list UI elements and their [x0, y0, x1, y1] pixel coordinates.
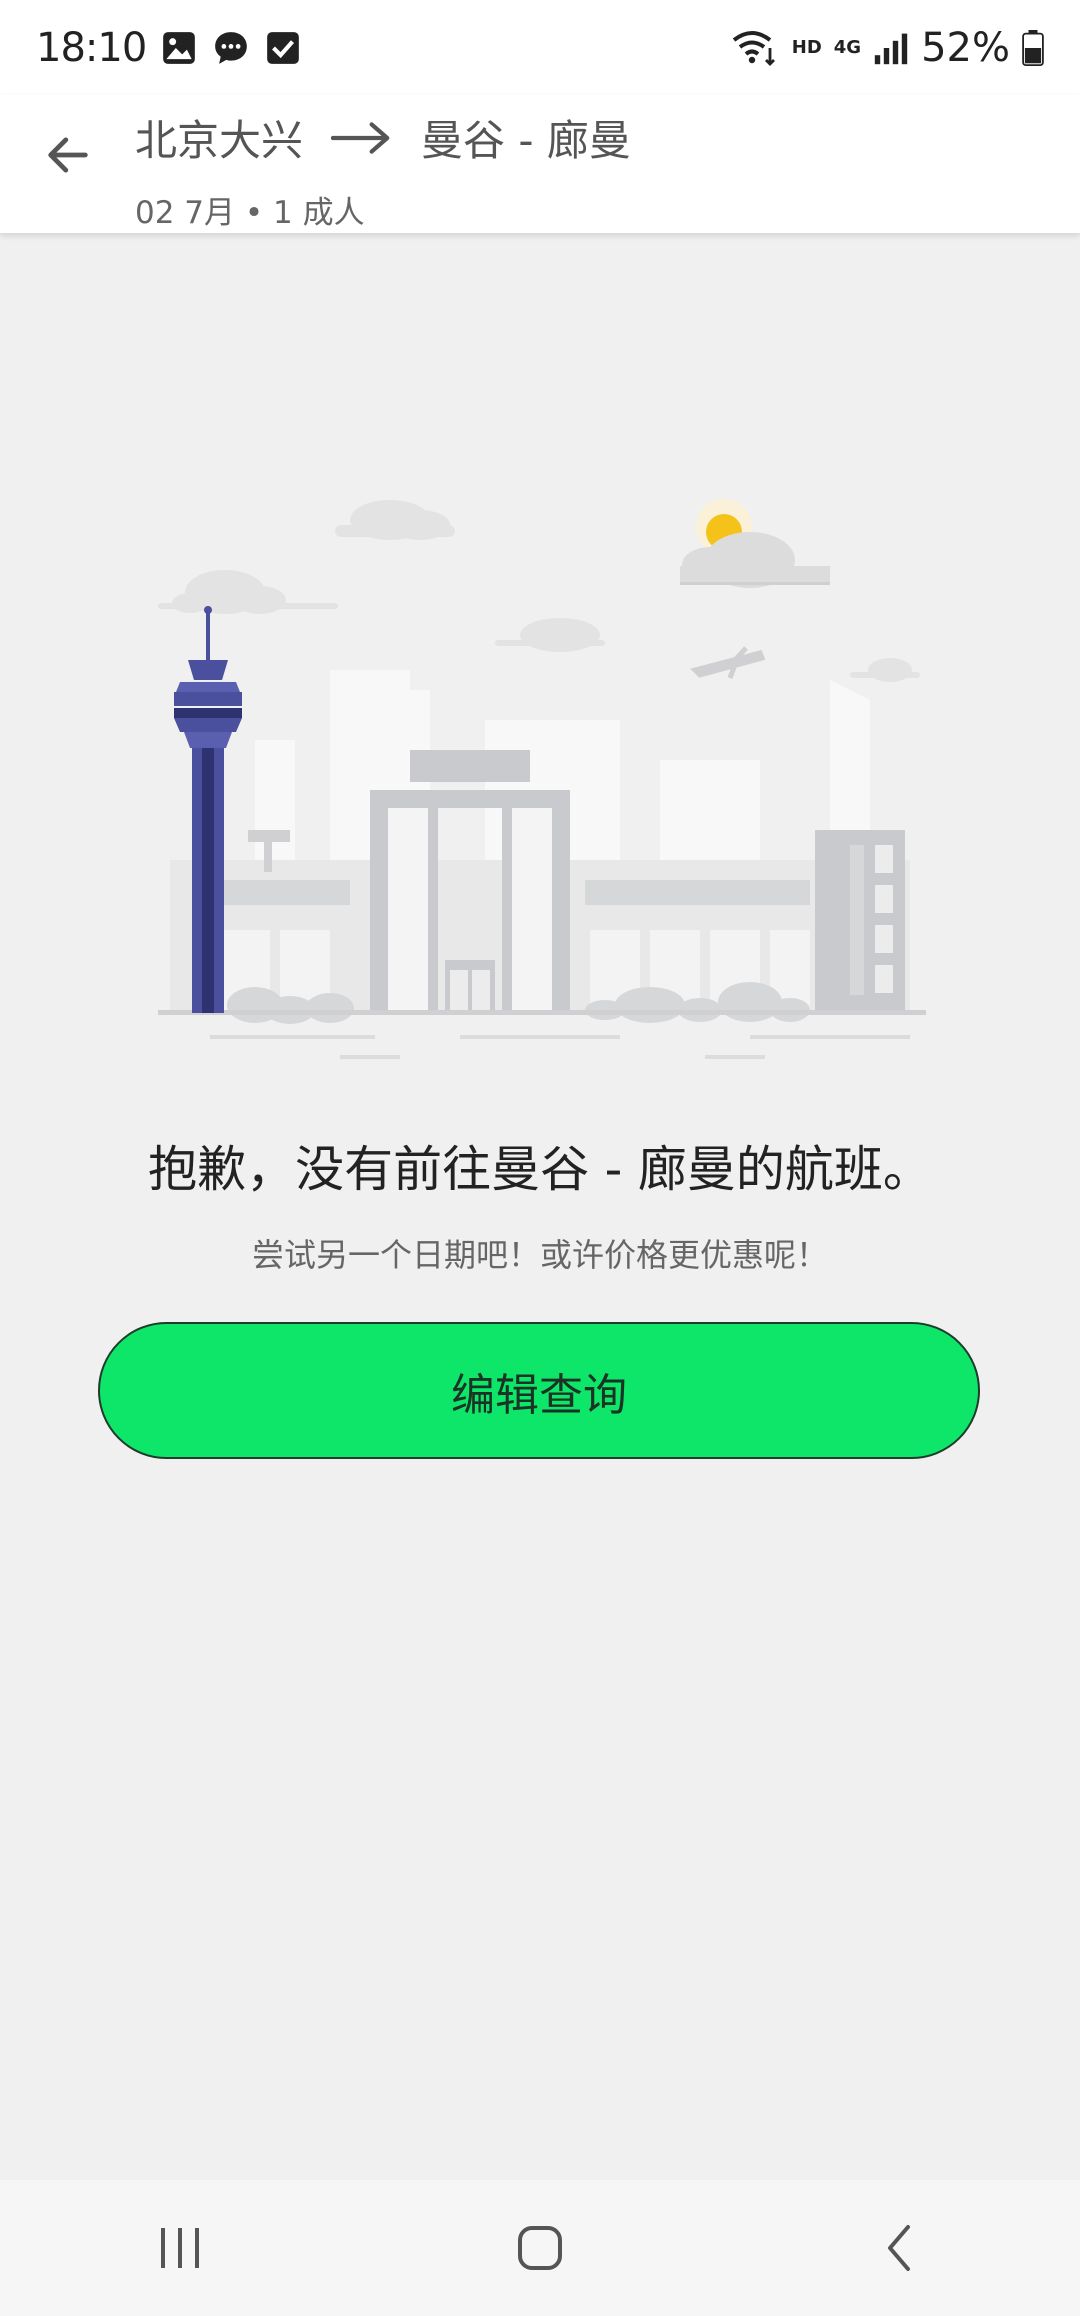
battery-icon	[1022, 29, 1044, 66]
image-icon	[163, 31, 196, 64]
status-right: HD 4G 52%	[732, 25, 1044, 71]
date-passenger-summary: 02 7月 • 1 成人	[135, 195, 365, 231]
back-button[interactable]	[36, 123, 100, 187]
network-label: HD	[791, 37, 822, 58]
status-left: 18:10	[36, 25, 302, 71]
system-nav-bar	[0, 2180, 1080, 2316]
origin-label: 北京大兴	[135, 116, 304, 165]
checkbox-icon	[267, 31, 300, 64]
no-flights-title: 抱歉，没有前往曼谷 - 廊曼的航班。	[148, 1141, 932, 1198]
home-button[interactable]	[490, 2208, 590, 2288]
route-summary[interactable]: 北京大兴 曼谷 - 廊曼	[135, 107, 631, 168]
arrow-left-icon	[48, 137, 88, 173]
no-flights-subtitle: 尝试另一个日期吧！或许价格更优惠呢！	[251, 1236, 828, 1274]
system-back-button[interactable]	[850, 2208, 950, 2288]
battery-percent: 52%	[921, 24, 1010, 71]
airport-illustration	[158, 499, 926, 1059]
edit-search-button[interactable]: 编辑查询	[98, 1322, 980, 1459]
signal-icon	[874, 33, 908, 64]
recent-apps-button[interactable]	[130, 2208, 230, 2288]
cell-label: 4G	[833, 37, 862, 58]
message-icon	[215, 31, 248, 64]
recents-icon	[161, 2228, 199, 2268]
status-bar: 18:10 HD 4G 52%	[0, 0, 1080, 95]
home-icon	[518, 2226, 562, 2270]
wifi-icon	[732, 30, 775, 66]
arrow-right-icon	[331, 121, 390, 154]
destination-label: 曼谷 - 廊曼	[421, 116, 631, 165]
status-time: 18:10	[36, 24, 147, 71]
search-header: 北京大兴 曼谷 - 廊曼 02 7月 • 1 成人	[0, 95, 1080, 233]
chevron-left-icon	[888, 2225, 910, 2271]
